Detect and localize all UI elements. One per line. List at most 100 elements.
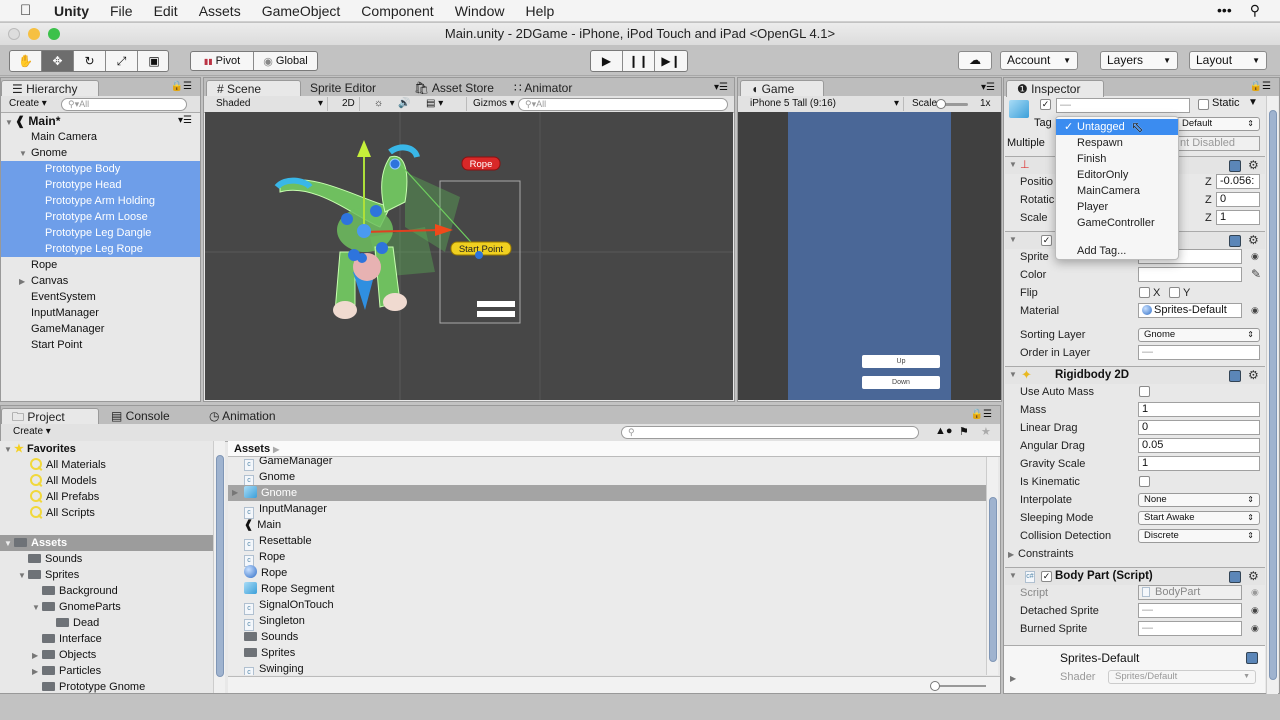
use-auto-mass-checkbox[interactable]: [1139, 386, 1150, 397]
project-search-input[interactable]: ⚲: [621, 426, 919, 439]
filter-by-type-icon[interactable]: ▲●: [935, 425, 953, 437]
shader-dropdown[interactable]: Sprites/Default ▼: [1108, 670, 1256, 684]
expand-triangle-icon[interactable]: ▼: [19, 146, 31, 162]
scrollbar-thumb[interactable]: [989, 497, 997, 662]
hierarchy-item[interactable]: Prototype Leg Rope: [1, 241, 200, 257]
folder-tree-item[interactable]: ▶ Objects: [32, 647, 96, 663]
apple-icon[interactable]: : [20, 2, 36, 19]
pivot-button[interactable]: ▮▮ Pivot: [191, 52, 255, 70]
rigidbody-header[interactable]: ▼ ✦ Rigidbody 2D ⚙: [1005, 366, 1265, 384]
asset-item[interactable]: ❰ Main: [228, 517, 986, 533]
constraints-foldout[interactable]: ▶ Constraints: [1008, 546, 1074, 562]
asset-item[interactable]: Sprites: [228, 645, 986, 661]
expand-triangle-icon[interactable]: ▼: [4, 536, 14, 552]
menu-help[interactable]: Help: [525, 3, 554, 19]
lock-icon[interactable]: 🔒☰: [1250, 81, 1271, 92]
folder-tree-item[interactable]: Background: [32, 583, 118, 599]
color-field[interactable]: [1138, 267, 1242, 282]
tag-menu-item[interactable]: GameController: [1056, 215, 1178, 231]
global-button[interactable]: ◉ Global: [254, 52, 317, 70]
hierarchy-item[interactable]: ▶ Canvas: [1, 273, 200, 289]
interpolate-dropdown[interactable]: None ⇕: [1138, 493, 1260, 507]
inspector-scrollbar[interactable]: [1266, 96, 1278, 694]
sleeping-mode-dropdown[interactable]: Start Awake ⇕: [1138, 511, 1260, 525]
add-tag-menu-item[interactable]: Add Tag...: [1056, 243, 1178, 259]
gizmos-dropdown[interactable]: Gizmos ▾: [466, 97, 515, 111]
tab-animation[interactable]: ◷ Animation: [199, 408, 286, 425]
tab-scene[interactable]: # Scene: [206, 80, 301, 97]
gear-icon[interactable]: ⚙: [1248, 233, 1259, 247]
account-dropdown[interactable]: Account ▼: [1000, 51, 1078, 70]
pause-button[interactable]: ❙❙: [623, 51, 655, 71]
menu-edit[interactable]: Edit: [154, 3, 178, 19]
layer-dropdown[interactable]: Default ⇕: [1176, 117, 1260, 131]
expand-triangle-icon[interactable]: ▶: [1008, 547, 1018, 563]
scale-slider-thumb[interactable]: [936, 99, 946, 109]
folder-tree-item[interactable]: ▶ Particles: [32, 663, 101, 679]
object-picker-icon[interactable]: ◉: [1251, 605, 1259, 616]
favorite-item[interactable]: All Prefabs: [30, 489, 99, 505]
tab-hierarchy[interactable]: ☰ Hierarchy: [1, 80, 99, 97]
flip-y-checkbox[interactable]: [1169, 287, 1180, 298]
mass-field[interactable]: 1: [1138, 402, 1260, 417]
tab-project[interactable]: 🗀 Project: [1, 408, 99, 425]
aspect-dropdown[interactable]: iPhone 5 Tall (9:16) ▾: [746, 97, 904, 111]
sorting-layer-dropdown[interactable]: Gnome ⇕: [1138, 328, 1260, 342]
asset-item[interactable]: c Rope: [228, 549, 986, 567]
pivot-handle[interactable]: [357, 224, 371, 238]
favorite-item[interactable]: All Materials: [30, 457, 106, 473]
static-dropdown-icon[interactable]: ▼: [1248, 97, 1258, 108]
effects-dropdown[interactable]: ▤ ▾: [422, 97, 443, 111]
gravity-scale-field[interactable]: 1: [1138, 456, 1260, 471]
expand-triangle-icon[interactable]: ▶: [19, 274, 31, 290]
active-checkbox[interactable]: ✓: [1040, 99, 1051, 110]
rect-tool-button[interactable]: ▣: [138, 51, 168, 71]
menu-component[interactable]: Component: [361, 3, 433, 19]
tag-menu-item[interactable]: EditorOnly: [1056, 167, 1178, 183]
expand-triangle-icon[interactable]: ▶: [1010, 674, 1020, 683]
step-button[interactable]: ▶❙: [655, 51, 687, 71]
favorite-star-icon[interactable]: ★: [981, 425, 991, 438]
hierarchy-item[interactable]: Prototype Arm Holding: [1, 193, 200, 209]
asset-item[interactable]: c SignalOnTouch: [228, 597, 986, 615]
tab-sprite-editor[interactable]: Sprite Editor: [300, 80, 386, 97]
lock-icon[interactable]: 🔒☰: [171, 81, 192, 92]
joint-handle[interactable]: [376, 242, 388, 254]
move-gizmo-y-arrow[interactable]: [357, 140, 371, 157]
joint-handle[interactable]: [389, 158, 401, 170]
static-checkbox[interactable]: [1198, 99, 1209, 110]
flip-x-checkbox[interactable]: [1139, 287, 1150, 298]
help-icon[interactable]: [1246, 652, 1258, 664]
joint-handle[interactable]: [370, 205, 382, 217]
object-picker-icon[interactable]: ◉: [1251, 623, 1259, 634]
tab-inspector[interactable]: ❶ Inspector: [1006, 80, 1104, 97]
expand-triangle-icon[interactable]: ▼: [1009, 235, 1019, 244]
menu-app[interactable]: Unity: [54, 3, 89, 19]
expand-triangle-icon[interactable]: ▶: [32, 664, 42, 680]
hierarchy-item[interactable]: ▼ Gnome: [1, 145, 200, 161]
assets-root[interactable]: ▼ Assets: [0, 535, 213, 551]
hierarchy-item[interactable]: Start Point: [1, 337, 200, 353]
hierarchy-item[interactable]: Prototype Body: [1, 161, 200, 177]
scene-view[interactable]: Rope Start Point: [205, 112, 733, 400]
folder-tree-item[interactable]: ▼ GnomeParts: [32, 599, 121, 615]
folder-tree-item[interactable]: Prototype Gnome: [32, 679, 145, 695]
hierarchy-search-input[interactable]: ⚲▾All: [61, 98, 187, 111]
expand-triangle-icon[interactable]: ▶: [232, 485, 242, 501]
expand-triangle-icon[interactable]: ▼: [32, 600, 42, 616]
folder-tree-item[interactable]: Sounds: [18, 551, 82, 567]
burned-sprite-field[interactable]: —: [1138, 621, 1242, 636]
game-view[interactable]: Up Down: [738, 112, 1001, 400]
favorite-item[interactable]: All Models: [30, 473, 97, 489]
search-icon[interactable]: ⚲: [1250, 2, 1260, 19]
tag-menu-item[interactable]: ✓ Untagged: [1056, 119, 1178, 135]
gear-icon[interactable]: ⚙: [1248, 368, 1259, 382]
tag-menu-item[interactable]: Finish: [1056, 151, 1178, 167]
tag-menu-item[interactable]: Player: [1056, 199, 1178, 215]
material-field[interactable]: Sprites-Default: [1138, 303, 1242, 318]
expand-triangle-icon[interactable]: ▼: [18, 568, 28, 584]
panel-menu-icon[interactable]: ▾☰: [714, 82, 728, 93]
scene-root-row[interactable]: ▼ ❰ Main* ▾☰: [1, 113, 200, 129]
asset-item[interactable]: c Singleton: [228, 613, 986, 631]
linear-drag-field[interactable]: 0: [1138, 420, 1260, 435]
